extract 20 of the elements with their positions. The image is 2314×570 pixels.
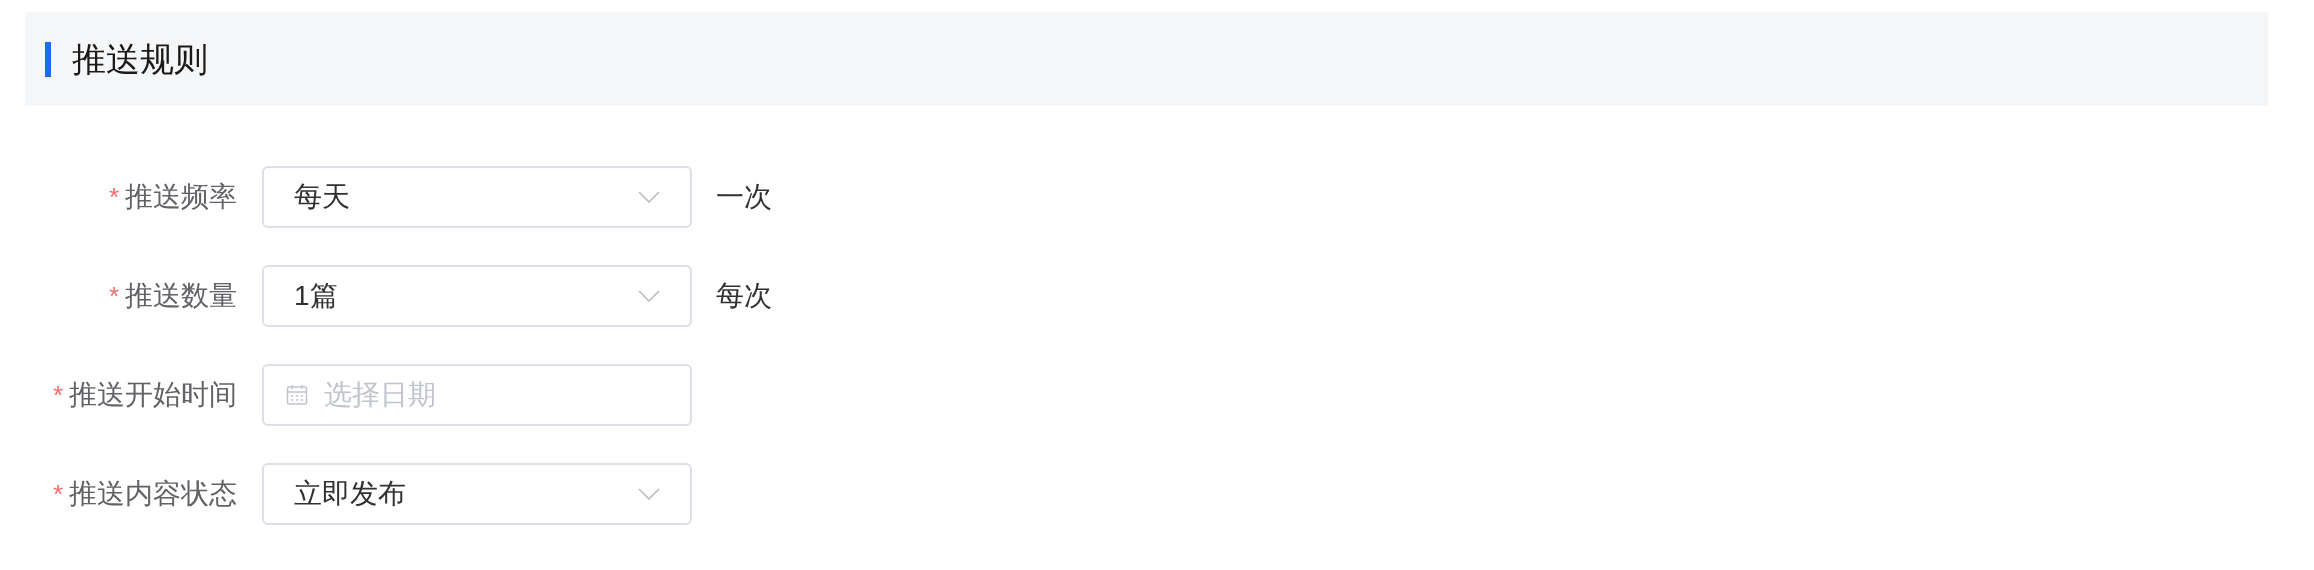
required-mark: * bbox=[108, 180, 119, 214]
chevron-down-icon bbox=[638, 488, 660, 500]
required-mark: * bbox=[108, 279, 119, 313]
date-picker-field[interactable]: 选择日期 bbox=[262, 364, 692, 426]
accent-bar bbox=[45, 41, 51, 77]
field-label: 推送开始时间 bbox=[69, 378, 237, 412]
select-field[interactable]: 立即发布 bbox=[262, 463, 692, 525]
field-suffix: 每次 bbox=[716, 279, 772, 313]
chevron-down-icon bbox=[638, 191, 660, 203]
required-mark: * bbox=[52, 378, 63, 412]
field-label: 推送内容状态 bbox=[69, 477, 237, 511]
chevron-down-icon bbox=[638, 290, 660, 302]
required-mark: * bbox=[52, 477, 63, 511]
calendar-icon bbox=[286, 384, 308, 406]
field-label: 推送频率 bbox=[125, 180, 237, 214]
field-label: 推送数量 bbox=[125, 279, 237, 313]
select-field[interactable]: 每天 bbox=[262, 166, 692, 228]
section-title: 推送规则 bbox=[72, 38, 208, 80]
field-suffix: 一次 bbox=[716, 180, 772, 214]
select-field[interactable]: 1篇 bbox=[262, 265, 692, 327]
